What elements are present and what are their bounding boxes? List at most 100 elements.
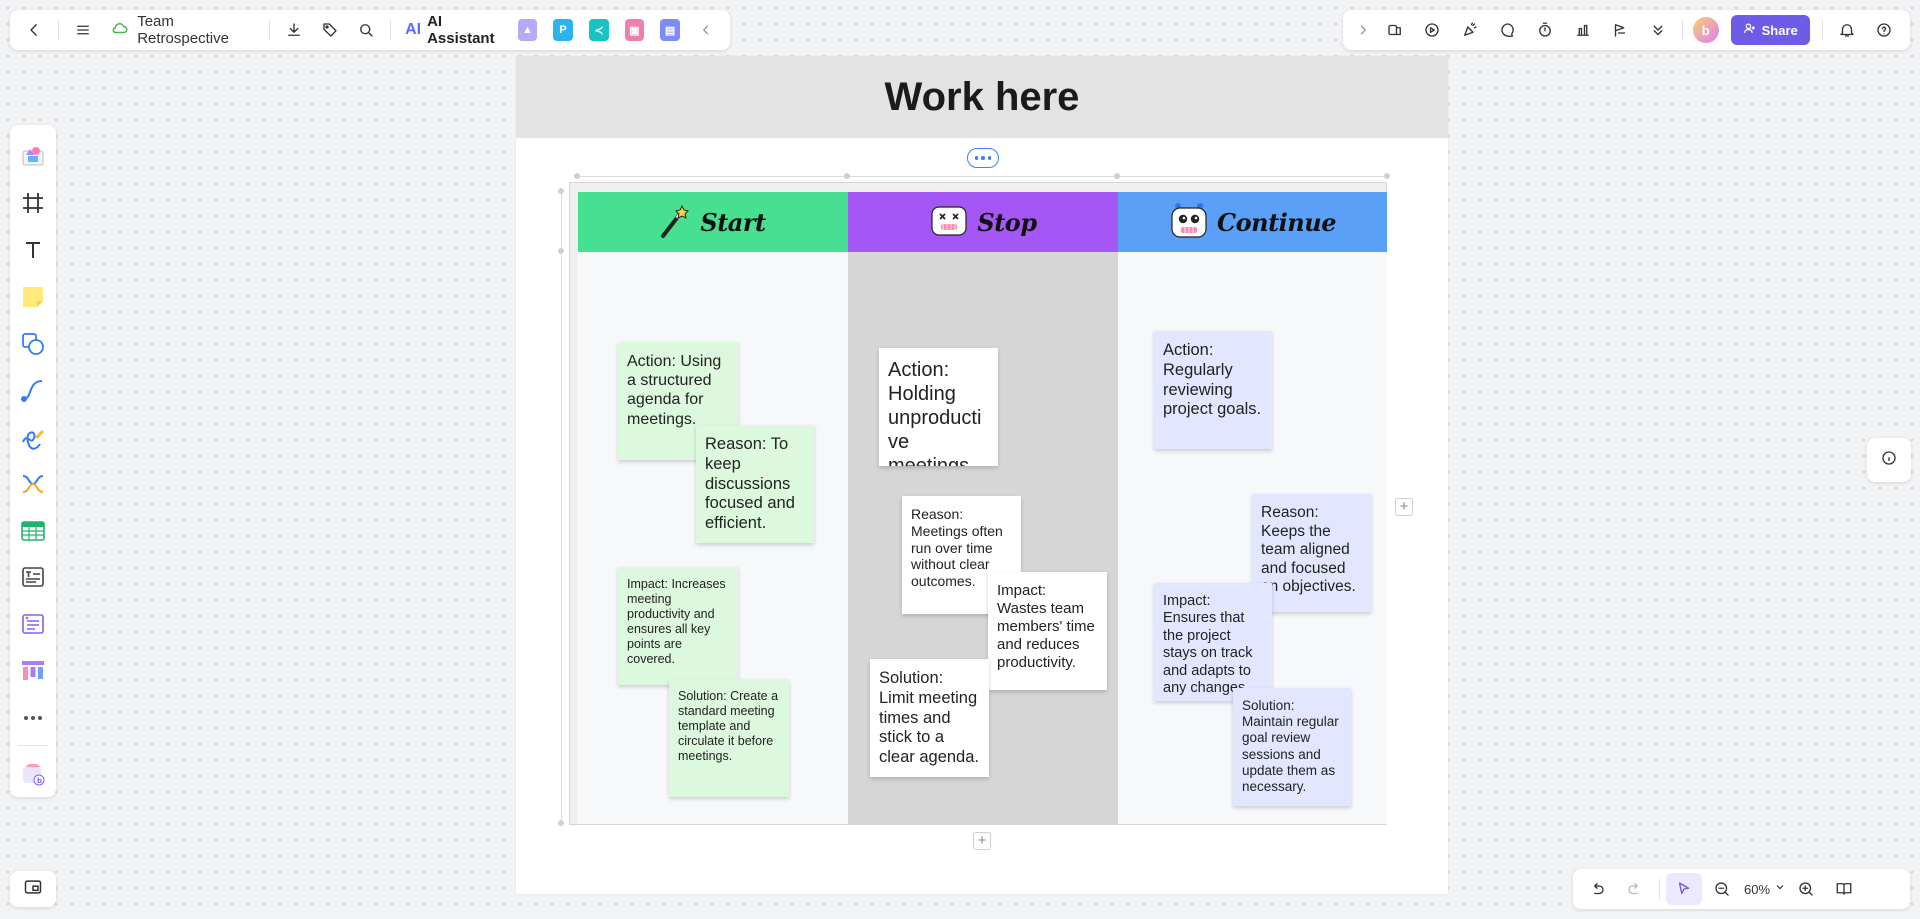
- collapse-icon[interactable]: [690, 14, 722, 46]
- robot-dizzy-icon: [929, 203, 969, 242]
- search-icon[interactable]: [350, 14, 382, 46]
- share-button[interactable]: Share: [1730, 15, 1810, 45]
- vote-icon[interactable]: [1565, 14, 1601, 46]
- pen-icon[interactable]: [15, 420, 51, 455]
- table-icon[interactable]: [15, 513, 51, 548]
- zoom-out-icon[interactable]: [1704, 873, 1740, 905]
- share-user-icon: [1743, 22, 1756, 38]
- resize-handle[interactable]: [1384, 173, 1390, 179]
- zoom-dropdown-icon[interactable]: [1774, 880, 1786, 898]
- zoom-level[interactable]: 60%: [1742, 882, 1772, 897]
- resize-handle[interactable]: [558, 188, 564, 194]
- comment-icon[interactable]: [1490, 14, 1526, 46]
- divider: [18, 745, 48, 747]
- sticky-note-stop-action[interactable]: Action: Holding unproductive meetings.: [879, 348, 998, 466]
- resize-handle[interactable]: [574, 173, 580, 179]
- divider: [268, 20, 270, 40]
- chevron-right-icon[interactable]: [1351, 14, 1375, 46]
- resize-handle[interactable]: [558, 248, 564, 254]
- mindmap-app-icon[interactable]: ≺: [588, 19, 609, 41]
- document-title-text: Team Retrospective: [137, 13, 229, 47]
- divider: [58, 20, 60, 40]
- shape-icon[interactable]: [15, 326, 51, 361]
- select-tool-icon[interactable]: [1666, 873, 1702, 905]
- frame-title: Work here: [884, 74, 1080, 119]
- templates-icon[interactable]: [1377, 14, 1413, 46]
- document-title[interactable]: Team Retrospective: [103, 13, 261, 47]
- ai-assistant-label: AI Assistant: [427, 13, 495, 47]
- help-icon[interactable]: [1866, 14, 1902, 46]
- celebrate-icon[interactable]: [1452, 14, 1488, 46]
- more-icon[interactable]: [15, 700, 51, 735]
- chat-app-icon[interactable]: ▤: [660, 19, 680, 41]
- list-icon[interactable]: [15, 607, 51, 642]
- menu-icon[interactable]: [67, 14, 99, 46]
- play-icon[interactable]: [1414, 14, 1450, 46]
- tag-icon[interactable]: [314, 14, 346, 46]
- divider: [1681, 20, 1683, 40]
- svg-text:b: b: [37, 777, 42, 785]
- timer-icon[interactable]: [1527, 14, 1563, 46]
- column-title-stop: Stop: [977, 207, 1037, 237]
- text-box-icon[interactable]: [15, 560, 51, 595]
- sticky-note-start-solution[interactable]: Solution: Create a standard meeting temp…: [669, 679, 789, 797]
- zoom-in-icon[interactable]: [1788, 873, 1824, 905]
- avatar[interactable]: b: [1692, 17, 1719, 43]
- cloud-icon: [111, 19, 129, 41]
- sticky-note-icon[interactable]: [15, 279, 51, 314]
- selection-border: [561, 190, 562, 822]
- bell-icon[interactable]: [1829, 14, 1865, 46]
- flag-icon[interactable]: [1603, 14, 1639, 46]
- divider: [1821, 20, 1823, 40]
- mind-map-icon[interactable]: [15, 466, 51, 501]
- sticky-note-continue-solution[interactable]: Solution: Maintain regular goal review s…: [1233, 688, 1351, 806]
- selection-border: [577, 176, 1387, 177]
- column-title-start: Start: [700, 207, 766, 237]
- divider: [390, 20, 392, 40]
- resize-handle[interactable]: [844, 173, 850, 179]
- info-icon: [1880, 449, 1898, 472]
- expand-more-icon[interactable]: [1640, 14, 1676, 46]
- ai-assistant-button[interactable]: AI AI Assistant: [399, 13, 508, 47]
- back-icon[interactable]: [18, 14, 50, 46]
- resize-handle[interactable]: [558, 820, 564, 826]
- kanban-icon[interactable]: [15, 654, 51, 689]
- ai-logo-icon: AI: [405, 21, 422, 38]
- resize-handle[interactable]: [1114, 173, 1120, 179]
- image-app-icon[interactable]: ▲: [517, 19, 538, 41]
- top-right-toolbar: b Share: [1343, 10, 1910, 50]
- connector-icon[interactable]: [15, 373, 51, 408]
- flowchart-app-icon[interactable]: ▣: [624, 19, 645, 41]
- top-left-toolbar: Team Retrospective AI AI Assistant ▲ P ≺…: [10, 10, 730, 50]
- add-row-button[interactable]: +: [973, 832, 991, 850]
- frame-icon[interactable]: [15, 186, 51, 221]
- undo-icon[interactable]: [1579, 873, 1615, 905]
- minimap-toggle[interactable]: [10, 871, 56, 907]
- sticky-note-continue-action[interactable]: Action: Regularly reviewing project goal…: [1154, 331, 1272, 449]
- sticky-note-stop-solution[interactable]: Solution: Limit meeting times and stick …: [870, 659, 989, 777]
- column-header-start[interactable]: Start: [578, 192, 848, 252]
- robot-happy-icon: [1169, 201, 1209, 244]
- presentation-app-icon[interactable]: P: [553, 19, 573, 41]
- book-icon[interactable]: [1826, 873, 1862, 905]
- column-header-continue[interactable]: Continue: [1118, 192, 1387, 252]
- sticky-note-start-impact[interactable]: Impact: Increases meeting productivity a…: [618, 567, 738, 685]
- frame-more-options[interactable]: [967, 148, 999, 168]
- info-button[interactable]: [1867, 438, 1911, 482]
- apps-icon[interactable]: b: [15, 756, 51, 791]
- text-icon[interactable]: [15, 233, 51, 268]
- zoom-toolbar: 60%: [1573, 869, 1910, 909]
- share-label: Share: [1761, 22, 1798, 38]
- sticky-note-start-reason[interactable]: Reason: To keep discussions focused and …: [696, 425, 814, 543]
- sticky-note-stop-impact[interactable]: Impact: Wastes team members' time and re…: [988, 572, 1107, 690]
- frame-header: Work here: [516, 56, 1448, 138]
- sticky-note-continue-impact[interactable]: Impact: Ensures that the project stays o…: [1154, 583, 1272, 701]
- column-header-stop[interactable]: Stop: [848, 192, 1118, 252]
- column-title-continue: Continue: [1217, 207, 1336, 237]
- download-icon[interactable]: [278, 14, 310, 46]
- divider: [1659, 879, 1660, 899]
- redo-icon[interactable]: [1617, 873, 1653, 905]
- tool-sidebar: b: [10, 125, 56, 797]
- add-column-button[interactable]: +: [1395, 498, 1413, 516]
- shapes-library-icon[interactable]: [15, 139, 51, 174]
